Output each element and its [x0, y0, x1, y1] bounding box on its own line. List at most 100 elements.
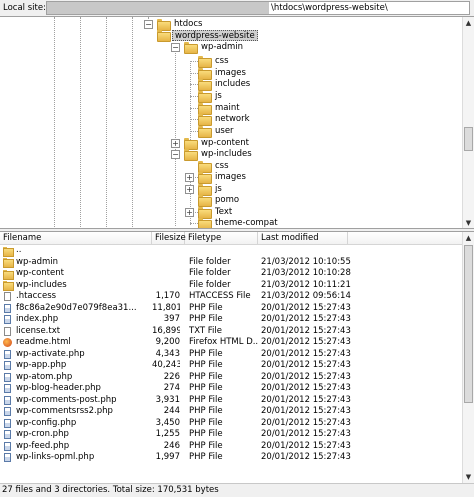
tree-item-label: wp-admin: [201, 41, 244, 52]
file-row[interactable]: index.php 397 PHP File 20/01/2012 15:27:43: [0, 314, 462, 326]
tree-item-wp-admin[interactable]: − wp-admin: [171, 41, 245, 54]
expand-icon[interactable]: +: [185, 184, 194, 194]
file-row[interactable]: wp-content File folder 21/03/2012 10:10:28: [0, 268, 462, 280]
file-size: 397: [163, 314, 180, 324]
php-file-icon: [4, 395, 11, 405]
folder-icon: [198, 103, 212, 115]
tree-item-label: css: [215, 55, 229, 66]
php-file-icon: [4, 418, 11, 428]
tree-item-includes[interactable]: includes: [198, 78, 252, 91]
folder-icon: [3, 246, 14, 257]
column-header-filetype[interactable]: Filetype: [185, 232, 258, 245]
file-row[interactable]: wp-app.php 40,243 PHP File 20/01/2012 15:27…: [0, 360, 462, 372]
file-modified: 21/03/2012 10:11:21: [261, 279, 351, 290]
file-list[interactable]: Filename Filesize Filetype Last modified…: [0, 232, 474, 483]
collapse-icon[interactable]: −: [144, 19, 153, 29]
file-row[interactable]: readme.html 9,200 Firefox HTML D... 20/01/2…: [0, 337, 462, 349]
scroll-up-arrow-icon[interactable]: ▲: [463, 232, 474, 244]
folder-icon: [198, 207, 212, 219]
column-header-filename[interactable]: Filename: [0, 232, 152, 245]
tree-item-css[interactable]: css: [198, 55, 231, 68]
file-type: PHP File: [189, 302, 223, 313]
file-type: PHP File: [189, 452, 223, 462]
file-name-cell: wp-cron.php: [3, 429, 151, 441]
collapse-icon[interactable]: −: [171, 42, 180, 52]
file-type: TXT File: [189, 325, 222, 336]
tree-item-js[interactable]: js: [198, 90, 224, 103]
folder-icon: [3, 269, 14, 280]
file-row[interactable]: .htaccess 1,170 HTACCESS File 21/03/2012 09…: [0, 291, 462, 303]
file-type: File folder: [189, 268, 231, 278]
folder-icon: [184, 138, 198, 150]
tree-item-user[interactable]: user: [198, 125, 236, 138]
tree-item-wordpress-website[interactable]: wordpress-website: [157, 29, 258, 42]
file-list-scrollbar[interactable]: ▲ ▼: [462, 232, 474, 483]
file-size: 1,255: [155, 429, 180, 439]
scroll-thumb[interactable]: [464, 245, 473, 403]
folder-icon: [198, 114, 212, 126]
file-modified: 20/01/2012 15:27:43: [261, 325, 351, 336]
file-size: 3,931: [155, 394, 180, 405]
file-row[interactable]: wp-admin File folder 21/03/2012 10:10:55: [0, 256, 462, 268]
local-site-path-text: \htdocs\wordpress-website\: [271, 3, 388, 13]
file-row[interactable]: wp-blog-header.php 274 PHP File 20/01/2012 …: [0, 383, 462, 395]
tree-item-label: theme-compat: [215, 217, 278, 228]
tree-guide-line: [106, 17, 107, 228]
file-row[interactable]: license.txt 16,899 TXT File 20/01/2012 15:2…: [0, 326, 462, 338]
file-name: wp-comments-post.php: [16, 394, 117, 405]
scroll-down-arrow-icon[interactable]: ▼: [463, 471, 474, 483]
php-file-icon: [4, 372, 11, 382]
column-header-filesize[interactable]: Filesize: [152, 232, 186, 245]
local-site-path-input[interactable]: \htdocs\wordpress-website\: [46, 1, 470, 15]
file-type: File folder: [189, 256, 231, 267]
file-type: PHP File: [189, 314, 223, 324]
tree-guide-line: [80, 17, 81, 228]
tree-item-pomo[interactable]: pomo: [198, 194, 241, 207]
tree-item-network[interactable]: network: [198, 113, 252, 126]
scroll-thumb[interactable]: [464, 127, 473, 151]
tree-item-theme-compat[interactable]: theme-compat: [198, 217, 280, 228]
file-type: PHP File: [189, 360, 223, 370]
scroll-up-arrow-icon[interactable]: ▲: [463, 17, 474, 29]
file-row[interactable]: ..: [0, 245, 462, 257]
tree-item-label: images: [215, 171, 246, 182]
file-modified: 20/01/2012 15:27:43: [261, 383, 351, 393]
tree-item-wp-includes[interactable]: − wp-includes: [171, 148, 254, 161]
expand-icon[interactable]: +: [171, 138, 180, 148]
file-size: 1,170: [155, 291, 180, 301]
file-row[interactable]: wp-cron.php 1,255 PHP File 20/01/2012 15:27…: [0, 429, 462, 441]
file-name-cell: wp-feed.php: [3, 441, 151, 453]
folder-open-icon: [157, 30, 171, 42]
file-name-cell: wp-comments-post.php: [3, 395, 151, 407]
scroll-down-arrow-icon[interactable]: ▼: [463, 217, 474, 228]
file-row[interactable]: wp-activate.php 4,343 PHP File 20/01/2012 1…: [0, 349, 462, 361]
file-row[interactable]: wp-commentsrss2.php 244 PHP File 20/01/2012…: [0, 406, 462, 418]
file-name-cell: ..: [3, 245, 151, 257]
column-header-last-modified[interactable]: Last modified: [258, 232, 348, 245]
file-row[interactable]: wp-links-opml.php 1,997 PHP File 20/01/2012…: [0, 452, 462, 464]
tree-scrollbar[interactable]: ▲ ▼: [462, 17, 474, 228]
file-name: wp-includes: [16, 279, 67, 290]
file-name: readme.html: [16, 337, 71, 347]
file-row[interactable]: wp-atom.php 226 PHP File 20/01/2012 15:27:4…: [0, 372, 462, 384]
expand-icon[interactable]: +: [185, 207, 194, 217]
directory-tree[interactable]: − htdocs wordpress-website − wp-admin cs…: [0, 16, 474, 228]
tree-item-label: wp-includes: [201, 148, 252, 159]
tree-branch-line: [190, 61, 198, 62]
file-row[interactable]: f8c86a2e90d7e079f8ea31... 11,801 PHP File 2…: [0, 303, 462, 315]
file-type: PHP File: [189, 348, 223, 359]
file-name: index.php: [16, 314, 59, 324]
file-modified: 21/03/2012 09:56:14: [261, 291, 351, 301]
file-name-cell: index.php: [3, 314, 151, 326]
tree-item-images-2[interactable]: + images: [185, 171, 248, 184]
file-modified: 20/01/2012 15:27:43: [261, 314, 351, 324]
file-row[interactable]: wp-feed.php 246 PHP File 20/01/2012 15:27:4…: [0, 441, 462, 453]
folder-icon: [198, 68, 212, 80]
expand-icon[interactable]: +: [185, 172, 194, 182]
collapse-icon[interactable]: −: [171, 149, 180, 159]
file-list-header: Filename Filesize Filetype Last modified: [0, 232, 462, 245]
file-row[interactable]: wp-comments-post.php 3,931 PHP File 20/01/2…: [0, 395, 462, 407]
folder-icon: [198, 218, 212, 228]
file-row[interactable]: wp-includes File folder 21/03/2012 10:11:2…: [0, 279, 462, 291]
file-row[interactable]: wp-config.php 3,450 PHP File 20/01/2012 15:…: [0, 418, 462, 430]
